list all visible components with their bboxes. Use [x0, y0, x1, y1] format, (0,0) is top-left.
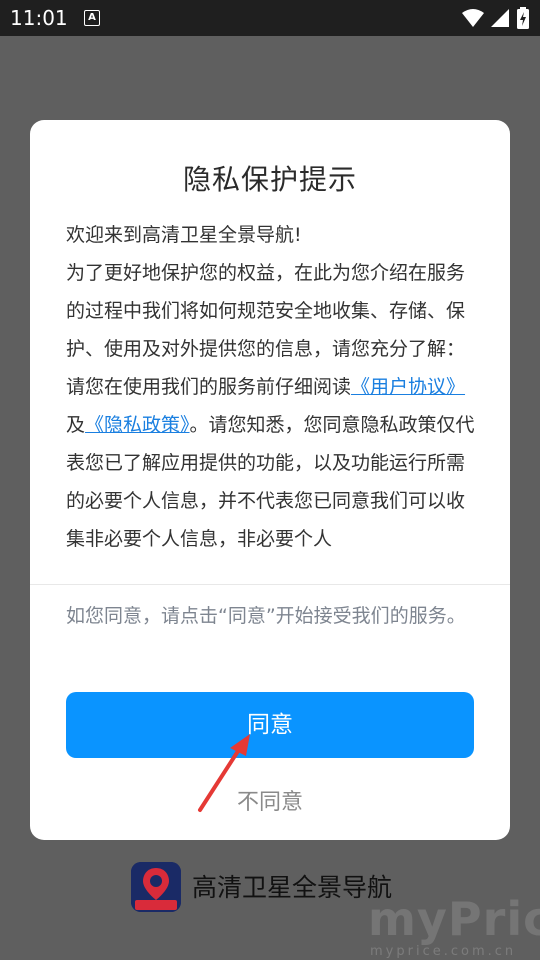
watermark-url: myprice.com.cn	[370, 944, 517, 959]
battery-charging-icon	[517, 7, 529, 33]
signal-icon	[490, 8, 510, 32]
red-arrow-icon	[198, 734, 250, 812]
dialog-body-scroll[interactable]: 欢迎来到高清卫星全景导航! 为了更好地保护您的权益，在此为您介绍在服务的过程中我…	[66, 216, 476, 576]
agreement-paragraph: 请您在使用我们的服务前仔细阅读《用户协议》及《隐私政策》。请您知悉，您同意隐私政…	[66, 368, 476, 558]
user-agreement-link[interactable]: 《用户协议》	[351, 376, 465, 398]
divider	[30, 584, 510, 585]
consent-hint: 如您同意，请点击“同意”开始接受我们的服务。	[66, 605, 466, 627]
app-logo	[131, 862, 181, 912]
status-bar: 11:01 A	[0, 0, 540, 36]
status-time: 11:01	[10, 6, 68, 30]
and-text: 及	[66, 414, 86, 436]
privacy-policy-link[interactable]: 《隐私政策》	[85, 414, 190, 436]
app-name: 高清卫星全景导航	[192, 873, 393, 902]
welcome-text: 欢迎来到高清卫星全景导航!	[66, 224, 302, 246]
disagree-button[interactable]: 不同意	[30, 784, 510, 816]
intro-paragraph: 为了更好地保护您的权益，在此为您介绍在服务的过程中我们将如何规范安全地收集、存储…	[66, 262, 466, 360]
watermark: myPrice	[368, 892, 540, 946]
notification-a-icon: A	[84, 10, 100, 26]
agree-button[interactable]: 同意	[66, 692, 474, 758]
map-pin-icon	[131, 862, 181, 912]
wifi-icon	[462, 8, 484, 32]
privacy-dialog: 隐私保护提示 欢迎来到高清卫星全景导航! 为了更好地保护您的权益，在此为您介绍在…	[30, 120, 510, 840]
dialog-title: 隐私保护提示	[182, 163, 357, 196]
agreement-prefix: 请您在使用我们的服务前仔细阅读	[66, 376, 352, 398]
